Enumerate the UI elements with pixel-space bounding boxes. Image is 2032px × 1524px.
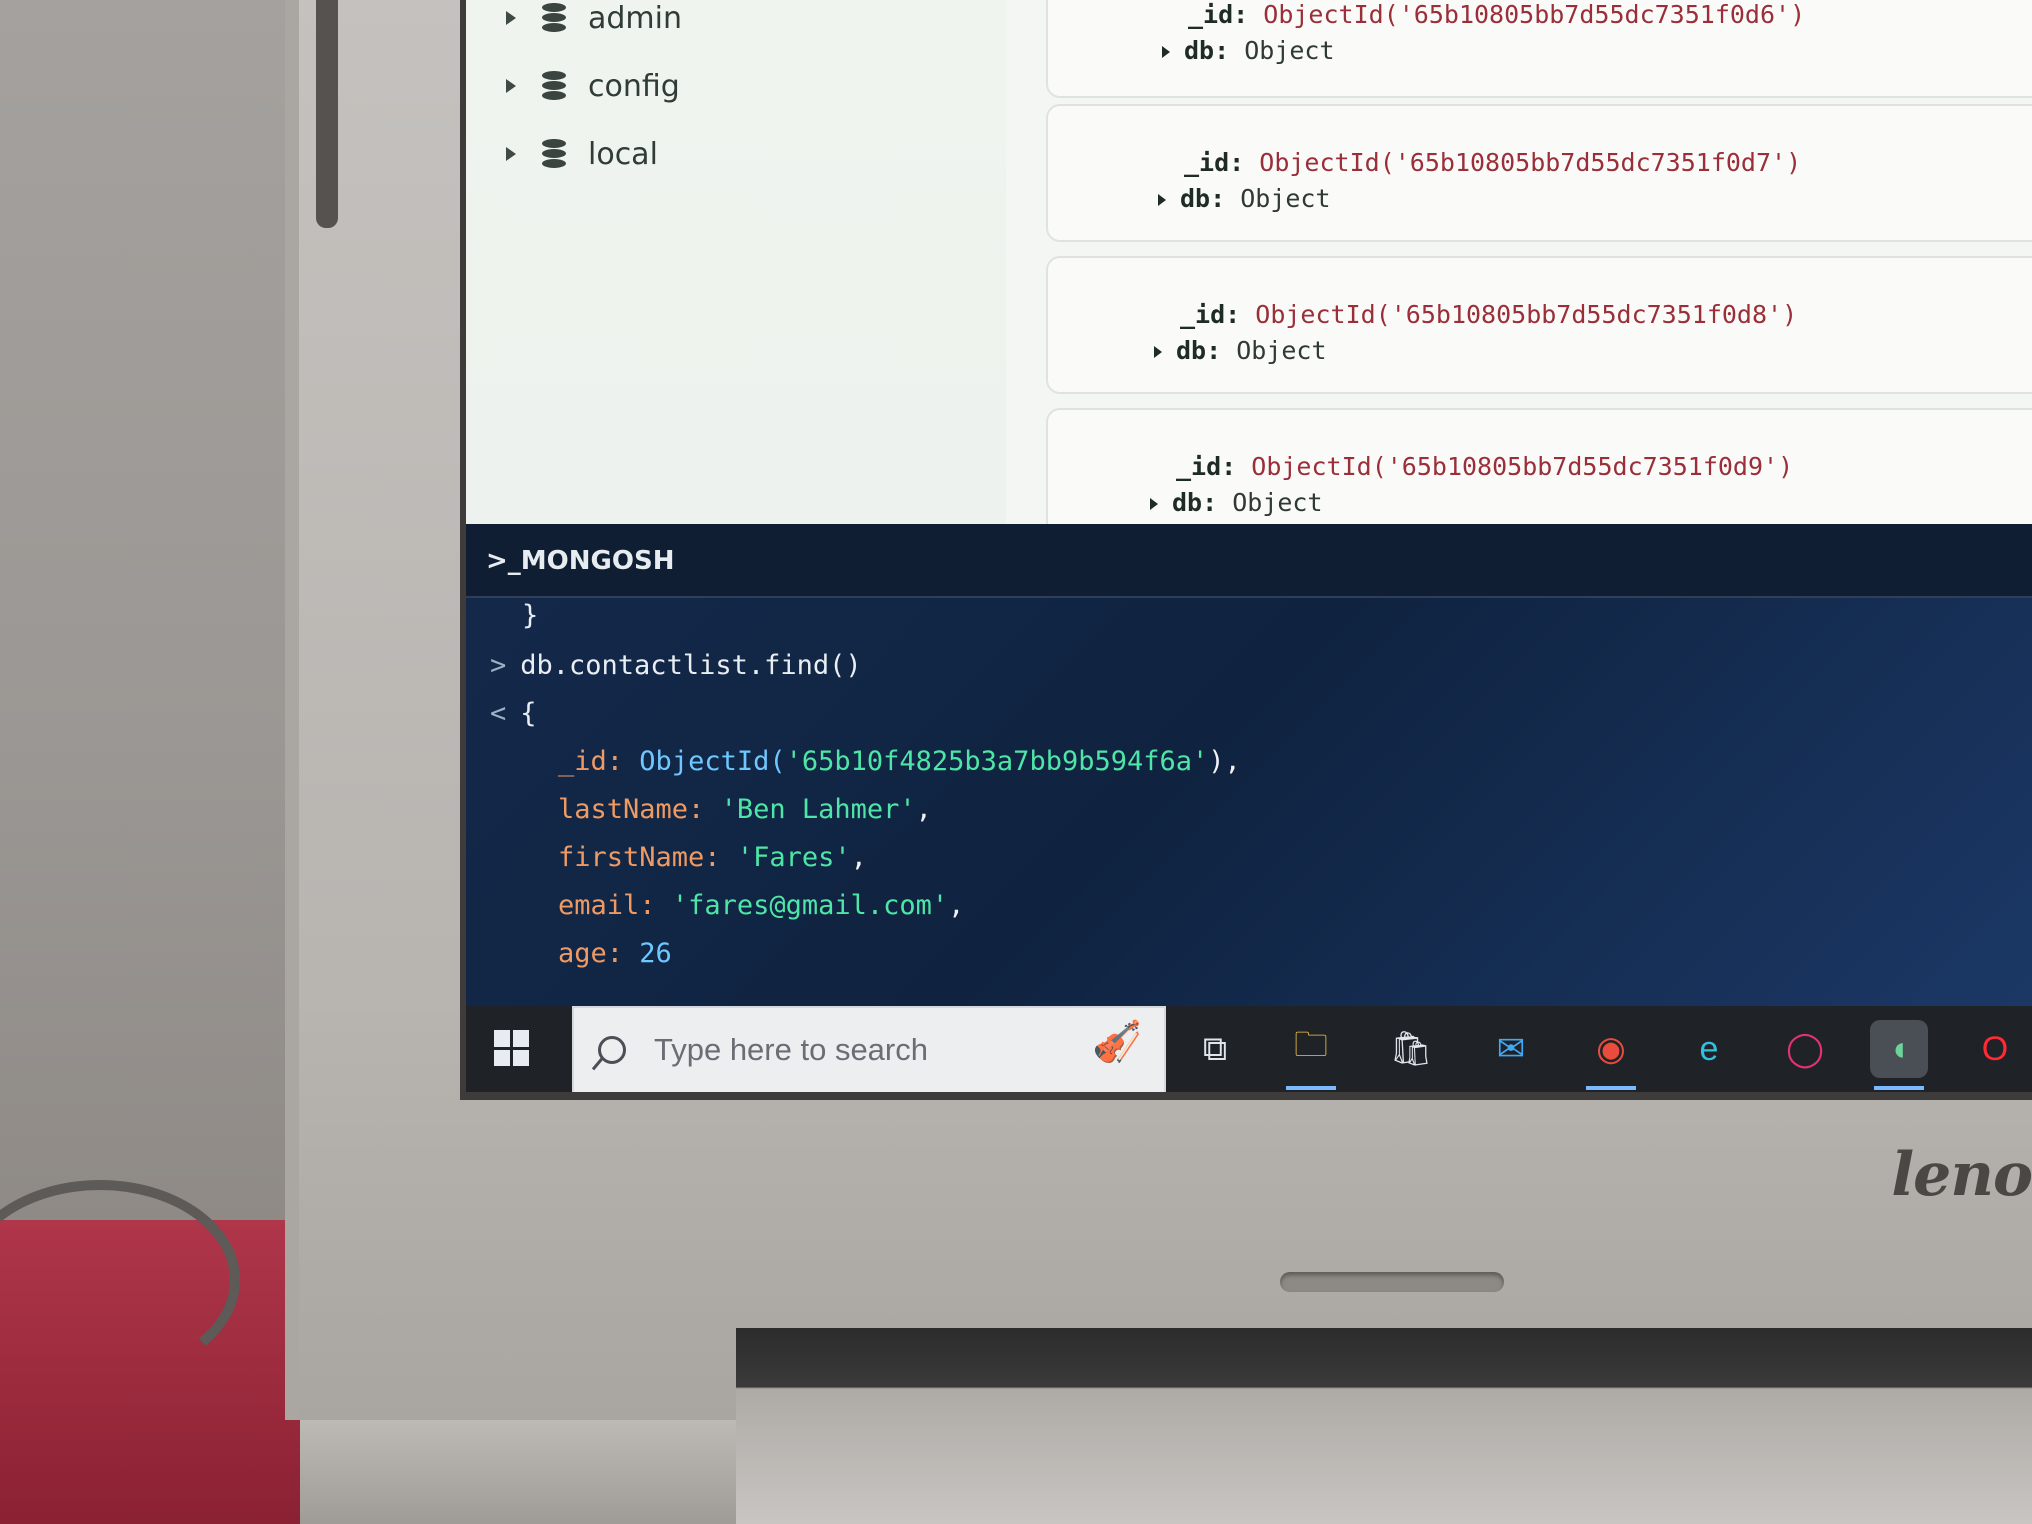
expand-caret-icon[interactable] [506,147,516,161]
mongosh-panel-header[interactable]: >_MONGOSH [466,524,2032,598]
mongosh-title: >_MONGOSH [486,546,675,576]
database-label: config [588,68,680,104]
result-punct: , [948,890,965,921]
hinge-indent [1280,1272,1504,1292]
chrome-icon[interactable]: ◉ [1582,1020,1640,1090]
opera-gx-icon[interactable]: ◯ [1776,1020,1834,1078]
shell-input-line: > db.contactlist.find() [490,650,862,681]
edge-icon[interactable]: e [1680,1020,1738,1078]
result-value: 26 [639,938,672,969]
input-prompt-icon: > [490,650,507,681]
result-value: 'Fares' [736,842,851,873]
open-brace: { [520,698,537,729]
mail-icon[interactable]: ✉ [1482,1020,1540,1078]
database-sidebar: admin config local [466,0,1006,524]
expand-caret-icon[interactable] [506,11,516,25]
field-key: _id: [1184,148,1245,177]
laptop-brand-logo: leno [1891,1140,2032,1210]
output-prompt-icon: < [490,698,507,729]
windows-start-icon[interactable] [494,1030,530,1066]
keyboard-deck [736,1328,2032,1524]
result-punct: , [850,842,867,873]
result-function: ObjectId( [639,746,786,777]
field-value: Object [1232,488,1323,517]
database-label: local [588,136,658,172]
field-value: ObjectId('65b10805bb7d55dc7351f0d6') [1263,0,1806,29]
search-icon [598,1036,626,1064]
result-key: age: [558,938,624,969]
field-value: ObjectId('65b10805bb7d55dc7351f0d9') [1251,452,1794,481]
result-punct: ), [1208,746,1241,777]
taskbar-search-input[interactable]: Type here to search 🎻 [572,1006,1166,1092]
field-value: ObjectId('65b10805bb7d55dc7351f0d7') [1259,148,1802,177]
shell-output-line: <{ [490,698,537,729]
file-explorer-icon[interactable]: 🗀 [1282,1020,1340,1090]
microsoft-store-icon[interactable]: 🛍 [1382,1020,1440,1078]
expand-caret-icon[interactable] [1150,498,1158,510]
wall-background [0,0,300,1230]
result-field-row: _id: ObjectId('65b10f4825b3a7bb9b594f6a'… [558,746,1241,777]
mongodb-compass-icon[interactable]: ◖ [1870,1020,1928,1090]
search-placeholder: Type here to search [654,1032,928,1067]
database-label: admin [588,0,682,36]
field-key: db: [1172,488,1218,517]
document-card[interactable]: _id: ObjectId('65b10805bb7d55dc7351f0d7'… [1046,104,2032,242]
result-key: _id: [558,746,624,777]
bezel-edge [316,0,338,228]
result-key: firstName: [558,842,721,873]
result-key: email: [558,890,656,921]
laptop-screen: admin config local _id: ObjectId('65b108… [460,0,2032,1100]
result-key: lastName: [558,794,705,825]
field-key: db: [1176,336,1222,365]
result-value: '65b10f4825b3a7bb9b594f6a' [785,746,1209,777]
field-value: Object [1236,336,1327,365]
search-highlight-icon: 🎻 [1092,1020,1142,1064]
result-field-row: firstName: 'Fares', [558,842,867,873]
expand-caret-icon[interactable] [1154,346,1162,358]
field-key: _id: [1188,0,1249,29]
expand-caret-icon[interactable] [506,79,516,93]
shell-command: db.contactlist.find() [520,650,862,681]
field-key: db: [1180,184,1226,213]
document-card[interactable]: _id: ObjectId('65b10805bb7d55dc7351f0d8'… [1046,256,2032,394]
database-icon [542,139,566,169]
field-value: Object [1240,184,1331,213]
database-icon [542,3,566,33]
database-icon [542,71,566,101]
shell-output-line: } [522,600,539,631]
field-key: _id: [1180,300,1241,329]
result-value: 'fares@gmail.com' [671,890,949,921]
opera-icon[interactable]: O [1966,1020,2024,1078]
document-card[interactable]: _id: ObjectId('65b10805bb7d55dc7351f0d6'… [1046,0,2032,98]
field-value: ObjectId('65b10805bb7d55dc7351f0d8') [1255,300,1798,329]
result-punct: , [915,794,932,825]
task-view-icon[interactable]: ⧉ [1186,1020,1244,1078]
compass-window: admin config local _id: ObjectId('65b108… [466,0,2032,546]
field-value: Object [1244,36,1335,65]
field-key: _id: [1176,452,1237,481]
sidebar-item-local[interactable]: local [506,124,658,184]
result-field-row: email: 'fares@gmail.com', [558,890,964,921]
expand-caret-icon[interactable] [1158,194,1166,206]
sidebar-item-admin[interactable]: admin [506,0,682,48]
mongosh-shell[interactable]: } > db.contactlist.find() <{ _id: ObjectI… [466,598,2032,1010]
result-field-row: lastName: 'Ben Lahmer', [558,794,932,825]
sidebar-item-config[interactable]: config [506,56,680,116]
windows-taskbar: Type here to search 🎻 ⧉ 🗀 🛍 ✉ ◉ e ◯ ◖ O [466,1006,2032,1092]
field-key: db: [1184,36,1230,65]
result-value: 'Ben Lahmer' [720,794,916,825]
expand-caret-icon[interactable] [1162,46,1170,58]
result-field-row: age: 26 [558,938,672,969]
